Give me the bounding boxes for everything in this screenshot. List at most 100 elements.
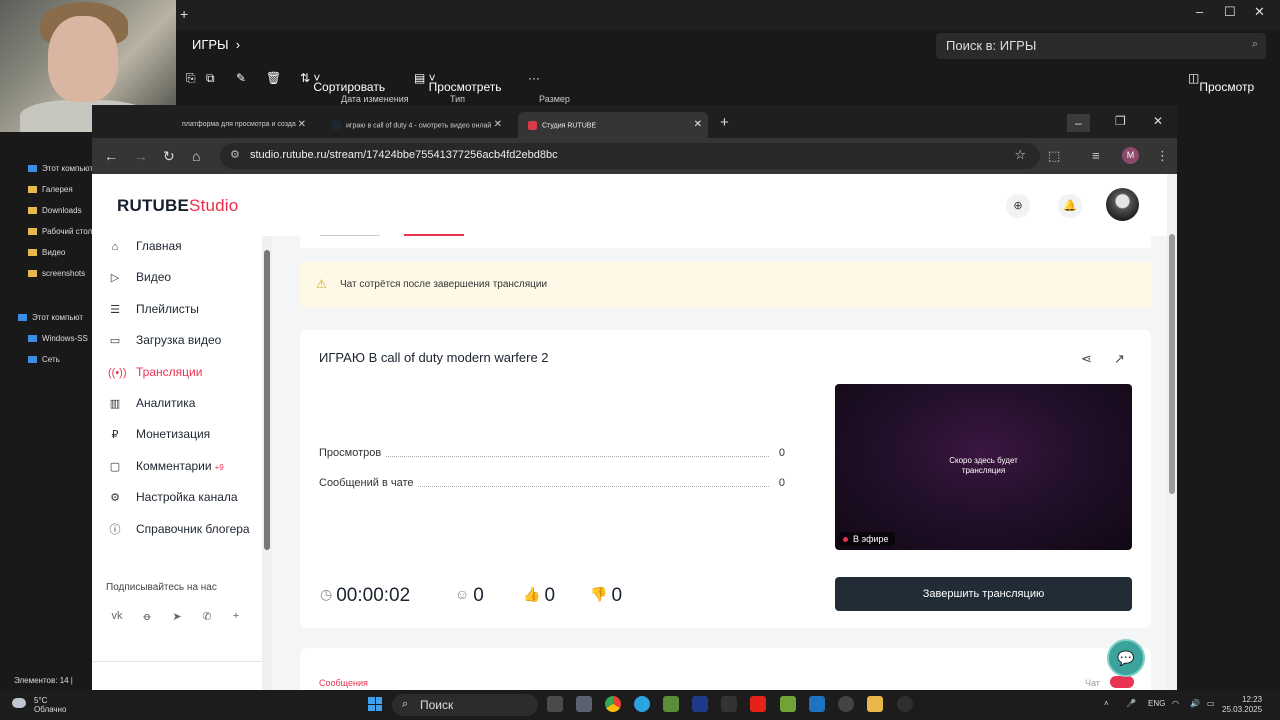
create-icon[interactable]: ⊕ xyxy=(1006,194,1030,218)
explorer-search-input[interactable]: Поиск в: ИГРЫ ⌕ xyxy=(936,33,1266,59)
nav-item[interactable]: Downloads xyxy=(28,206,82,215)
close-icon[interactable]: ✕ xyxy=(1254,4,1265,20)
weather-widget[interactable]: 5°C Облачно xyxy=(12,696,66,714)
store-icon[interactable] xyxy=(809,696,825,712)
page-scrollbar[interactable] xyxy=(1167,174,1177,690)
site-info-icon[interactable]: ⚙ xyxy=(230,148,240,161)
browser-tab[interactable]: платформа для просмотра и созда ✕ xyxy=(172,112,312,138)
taskbar-clock[interactable]: 12:23 25.03.2025 xyxy=(1222,695,1262,715)
back-icon[interactable]: ← xyxy=(104,148,118,164)
close-tab-icon[interactable]: ✕ xyxy=(694,119,702,130)
microphone-icon[interactable]: 🎤 xyxy=(1126,699,1136,708)
sidebar-item-analytics[interactable]: ▥ Аналитика xyxy=(108,396,196,416)
home-icon[interactable]: ⌂ xyxy=(192,148,200,164)
sidebar-item-video[interactable]: ▷ Видео xyxy=(108,270,171,290)
address-bar[interactable]: ⚙ studio.rutube.ru/stream/17424bbe755413… xyxy=(220,143,1040,169)
nav-item[interactable]: Галерея xyxy=(28,185,73,194)
share-icon[interactable]: ⋖ xyxy=(1081,351,1092,367)
file-explorer-icon[interactable] xyxy=(867,696,883,712)
sidebar-item-channel-settings[interactable]: ⚙ Настройка канала xyxy=(108,490,238,510)
channel-avatar[interactable] xyxy=(1106,188,1139,221)
nav-item[interactable]: Рабочий стол xyxy=(28,227,92,236)
forward-icon[interactable]: → xyxy=(134,148,148,164)
sidebar-scrollbar[interactable] xyxy=(262,236,272,690)
close-tab-icon[interactable]: ✕ xyxy=(298,119,306,130)
restore-icon[interactable]: ❐ xyxy=(1115,114,1126,128)
browser-tab[interactable]: играю в call of duty 4 - смотреть видео … xyxy=(322,112,508,138)
stream-preview[interactable]: Скоро здесь будет трансляция В эфире xyxy=(835,384,1132,550)
sidebar-item-comments[interactable]: ▢ Комментарии +9 xyxy=(108,459,224,479)
bookmark-star-icon[interactable]: ☆ xyxy=(1014,147,1026,163)
copy-icon[interactable]: ⧉ xyxy=(206,71,215,86)
language-indicator[interactable]: ENG xyxy=(1148,699,1165,708)
sidebar-item-monetization[interactable]: ₽ Монетизация xyxy=(108,427,211,447)
chat-label: Чат xyxy=(1085,678,1100,688)
nav-item[interactable]: Сеть xyxy=(28,355,60,364)
delete-icon[interactable]: 🗑 xyxy=(266,71,281,85)
rutube-studio-logo[interactable]: RUTUBEStudio xyxy=(117,196,238,216)
youtube-icon[interactable] xyxy=(750,696,766,712)
sort-button[interactable]: ⇅ Сортировать ˅ xyxy=(300,71,385,94)
obs-icon[interactable] xyxy=(897,696,913,712)
menu-kebab-icon[interactable]: ⋮ xyxy=(1156,148,1169,164)
nav-item[interactable]: Этот компьют xyxy=(18,313,83,322)
volume-icon[interactable]: 🔊 xyxy=(1190,699,1200,708)
taskbar-search[interactable]: ⌕ Поиск xyxy=(392,694,538,716)
sidebar-item-home[interactable]: ⌂ Главная xyxy=(108,239,182,259)
game-app-icon[interactable] xyxy=(780,696,796,712)
close-tab-icon[interactable]: ✕ xyxy=(494,119,502,130)
launcher-icon[interactable] xyxy=(692,696,708,712)
tab-settings[interactable] xyxy=(320,232,380,236)
minimize-icon[interactable]: – xyxy=(1067,114,1090,132)
column-date[interactable]: Дата изменения xyxy=(341,94,409,104)
odnoklassniki-icon[interactable]: ꝋ xyxy=(139,610,155,623)
viber-icon[interactable]: ✆ xyxy=(199,610,215,623)
nav-item[interactable]: Этот компьют xyxy=(28,164,93,173)
nav-item[interactable]: screenshots xyxy=(28,269,85,278)
extensions-icon[interactable]: ⬚ xyxy=(1048,148,1060,164)
cut-icon[interactable]: ⎘ xyxy=(186,71,196,86)
reload-icon[interactable]: ↻ xyxy=(163,148,175,165)
close-window-icon[interactable]: ✕ xyxy=(1153,114,1163,128)
tray-chevron-icon[interactable]: ˄ xyxy=(1104,699,1109,708)
sidebar-item-blogger-guide[interactable]: ⓘ Справочник блогера xyxy=(108,521,250,541)
chrome-icon[interactable] xyxy=(605,696,621,712)
tab-broadcast-active[interactable] xyxy=(404,232,464,236)
more-social-icon[interactable]: + xyxy=(228,610,244,622)
minecraft-icon[interactable] xyxy=(663,696,679,712)
sidebar-item-upload[interactable]: ▭ Загрузка видео xyxy=(108,333,222,353)
chat-toggle[interactable] xyxy=(1110,676,1134,688)
wifi-icon[interactable]: ◠ xyxy=(1172,699,1179,708)
nav-item[interactable]: Windows-SS xyxy=(28,334,88,343)
new-tab-icon[interactable]: + xyxy=(180,6,188,22)
calculator-icon[interactable] xyxy=(721,696,737,712)
telegram-icon[interactable]: ➤ xyxy=(169,610,185,623)
support-chat-icon[interactable]: 💬 xyxy=(1107,639,1145,677)
start-button[interactable] xyxy=(368,697,382,711)
more-icon[interactable]: ··· xyxy=(528,71,540,85)
media-player-icon[interactable] xyxy=(838,696,854,712)
preview-button[interactable]: ◫ Просмотр xyxy=(1188,71,1254,94)
telegram-app-icon[interactable] xyxy=(634,696,650,712)
battery-icon[interactable]: ▭ xyxy=(1207,699,1215,708)
end-broadcast-button[interactable]: Завершить трансляцию xyxy=(835,577,1132,611)
settings-app-icon[interactable] xyxy=(576,696,592,712)
maximize-icon[interactable]: ☐ xyxy=(1224,4,1236,20)
sidebar-item-broadcasts[interactable]: ((•)) Трансляции xyxy=(108,365,202,385)
vk-icon[interactable]: vk xyxy=(109,610,125,622)
bell-icon[interactable]: 🔔 xyxy=(1058,194,1082,218)
nav-item[interactable]: Видео xyxy=(28,248,65,257)
view-button[interactable]: ▤ Просмотреть ˅ xyxy=(414,71,502,94)
column-type[interactable]: Тип xyxy=(450,94,465,104)
browser-tab-active[interactable]: Студия RUTUBE ✕ xyxy=(518,112,708,138)
sidebar-item-playlists[interactable]: ☰ Плейлисты xyxy=(108,302,199,322)
column-size[interactable]: Размер xyxy=(539,94,570,104)
profile-avatar[interactable]: M xyxy=(1122,147,1139,164)
breadcrumb[interactable]: ИГРЫ › xyxy=(192,37,240,52)
external-link-icon[interactable]: ↗ xyxy=(1114,351,1125,367)
task-view-icon[interactable] xyxy=(547,696,563,712)
rename-icon[interactable]: ✎ xyxy=(236,71,246,85)
media-control-icon[interactable]: ≡ xyxy=(1092,148,1100,163)
minimize-icon[interactable]: – xyxy=(1196,4,1203,19)
new-tab-icon[interactable]: + xyxy=(720,114,729,131)
